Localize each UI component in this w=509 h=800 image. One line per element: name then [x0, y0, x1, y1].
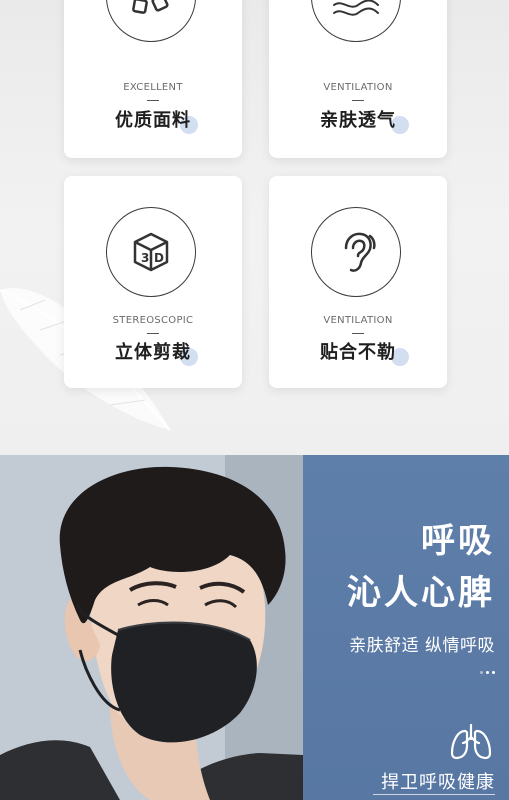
lungs-icon: [450, 723, 492, 760]
feature-zh-label: 贴合不勒: [320, 342, 396, 363]
feature-zh-label: 亲肤透气: [320, 110, 396, 131]
divider: [147, 100, 159, 101]
ear-icon: [344, 232, 376, 272]
banner-footer-text: 捍卫呼吸健康: [381, 772, 495, 793]
feature-icon-circle: [106, 0, 196, 42]
feature-en-label: VENTILATION: [323, 82, 393, 93]
fabric-cubes-icon: [132, 0, 169, 14]
feature-card-ventilation: VENTILATION 亲肤透气: [269, 0, 447, 158]
banner-title-line1: 呼吸: [421, 521, 495, 561]
ellipsis-dots-icon: [480, 671, 495, 674]
feature-en-label: VENTILATION: [323, 315, 393, 326]
footer-underline: [373, 794, 495, 795]
banner-subtitle: 亲肤舒适 纵情呼吸: [349, 636, 495, 656]
svg-text:D: D: [154, 251, 164, 265]
svg-text:3: 3: [141, 251, 149, 265]
feature-en-label: EXCELLENT: [123, 82, 183, 93]
feature-card-stereoscopic: 3 D STEREOSCOPIC 立体剪裁: [64, 176, 242, 388]
feature-zh-label: 立体剪裁: [115, 342, 191, 363]
banner-title-line2: 沁人心脾: [347, 573, 495, 613]
divider: [352, 333, 364, 334]
features-section: EXCELLENT 优质面料 VENTILATION 亲肤透气 3 D STER…: [0, 0, 509, 455]
divider: [147, 333, 159, 334]
model-photo: [0, 455, 303, 800]
person-wearing-mask-illustration: [0, 455, 303, 800]
feature-en-label: STEREOSCOPIC: [112, 315, 194, 326]
banner-section: 呼吸 沁人心脾 亲肤舒适 纵情呼吸 捍卫呼吸健康: [0, 455, 509, 800]
airflow-waves-icon: [333, 0, 379, 16]
divider: [352, 100, 364, 101]
banner-text-panel: 呼吸 沁人心脾 亲肤舒适 纵情呼吸 捍卫呼吸健康: [303, 455, 509, 800]
feature-card-excellent: EXCELLENT 优质面料: [64, 0, 242, 158]
feature-icon-circle: [311, 207, 401, 297]
feature-icon-circle: [311, 0, 401, 42]
3d-cube-icon: 3 D: [133, 232, 169, 272]
feature-zh-label: 优质面料: [115, 110, 191, 131]
feature-icon-circle: 3 D: [106, 207, 196, 297]
feature-card-fit: VENTILATION 贴合不勒: [269, 176, 447, 388]
